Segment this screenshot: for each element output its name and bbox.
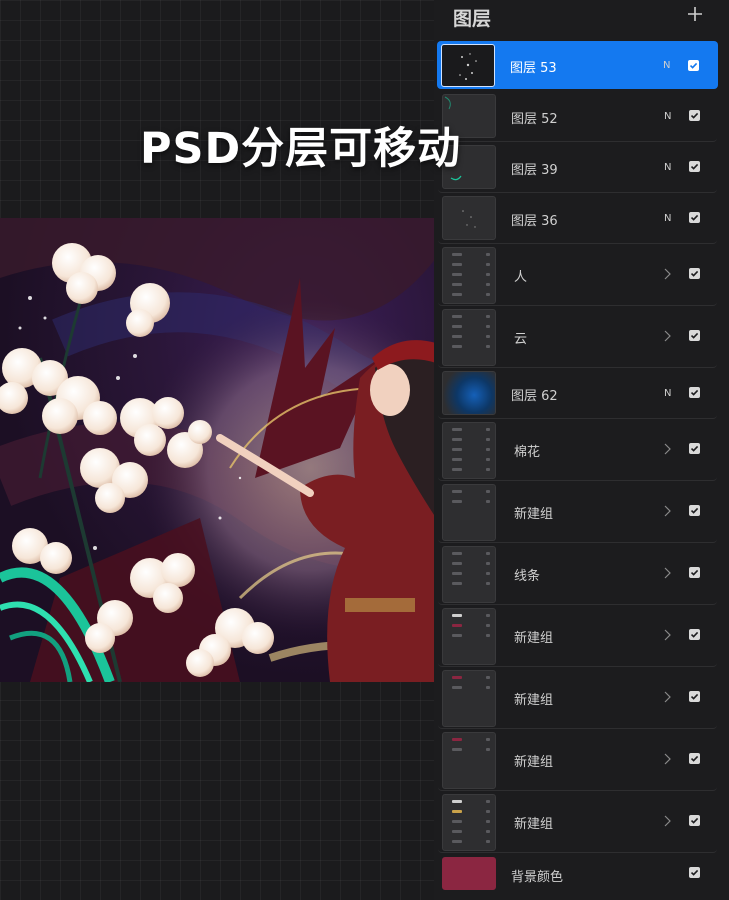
- visibility-checkbox[interactable]: [689, 505, 700, 516]
- blend-mode-label[interactable]: N: [664, 111, 671, 122]
- checkmark-icon: [690, 507, 699, 514]
- artwork-illustration: [0, 218, 436, 682]
- layer-group-name: 新建组: [514, 631, 554, 646]
- layer-group-row[interactable]: 云: [438, 306, 717, 368]
- visibility-checkbox[interactable]: [688, 60, 699, 71]
- layer-group-thumbnail: [442, 422, 496, 479]
- blend-mode-label[interactable]: N: [664, 213, 671, 224]
- layer-group-name: 人: [514, 270, 528, 285]
- checkmark-icon: [690, 869, 699, 876]
- visibility-checkbox[interactable]: [689, 268, 700, 279]
- checkmark-icon: [690, 445, 699, 452]
- visibility-checkbox[interactable]: [689, 753, 700, 764]
- layer-group-thumbnail: [442, 247, 496, 304]
- chevron-right-icon[interactable]: [662, 329, 672, 343]
- add-layer-button[interactable]: [683, 2, 707, 26]
- checkmark-icon: [690, 817, 699, 824]
- chevron-right-icon[interactable]: [662, 628, 672, 642]
- blend-mode-label[interactable]: N: [663, 60, 670, 71]
- layer-group-row[interactable]: 新建组: [438, 791, 717, 853]
- blend-mode-label[interactable]: N: [664, 388, 671, 399]
- visibility-checkbox[interactable]: [689, 629, 700, 640]
- layer-group-row[interactable]: 新建组: [438, 729, 717, 791]
- checkmark-icon: [689, 62, 698, 69]
- layer-group-name: 新建组: [514, 693, 554, 708]
- chevron-right-icon[interactable]: [662, 504, 672, 518]
- layers-panel-title: 图层: [453, 8, 492, 30]
- chevron-right-icon[interactable]: [662, 442, 672, 456]
- layer-group-row[interactable]: 人: [438, 244, 717, 306]
- artwork-canvas[interactable]: [0, 218, 436, 682]
- checkmark-icon: [690, 389, 699, 396]
- layer-group-thumbnail: [442, 608, 496, 665]
- overlay-caption: PSD分层可移动: [140, 124, 462, 174]
- layer-group-row[interactable]: 新建组: [438, 667, 717, 729]
- blend-mode-label[interactable]: N: [664, 162, 671, 173]
- layer-group-name: 新建组: [514, 755, 554, 770]
- layer-name: 图层 53: [510, 61, 557, 76]
- visibility-checkbox[interactable]: [689, 867, 700, 878]
- layer-group-name: 云: [514, 332, 528, 347]
- layer-group-row[interactable]: 新建组: [438, 481, 717, 543]
- plus-icon: [688, 7, 702, 21]
- layers-panel: 图层 图层 53 N 图层 52 N 图层 39 N 图层 36 N 人 云 图…: [434, 0, 729, 900]
- chevron-right-icon[interactable]: [662, 752, 672, 766]
- chevron-right-icon[interactable]: [662, 814, 672, 828]
- chevron-right-icon[interactable]: [662, 267, 672, 281]
- layer-group-thumbnail: [442, 309, 496, 366]
- layer-row[interactable]: 图层 36 N: [438, 193, 717, 244]
- checkmark-icon: [690, 332, 699, 339]
- background-color-row[interactable]: 背景颜色: [438, 853, 717, 895]
- layers-panel-header: 图层: [434, 0, 729, 36]
- layer-group-name: 线条: [514, 569, 541, 584]
- visibility-checkbox[interactable]: [689, 110, 700, 121]
- checkmark-icon: [690, 112, 699, 119]
- layer-group-thumbnail: [442, 794, 496, 851]
- layer-group-row[interactable]: 新建组: [438, 605, 717, 667]
- visibility-checkbox[interactable]: [689, 443, 700, 454]
- layer-thumbnail: [442, 196, 496, 240]
- checkmark-icon: [690, 163, 699, 170]
- layer-row[interactable]: 图层 62 N: [438, 368, 717, 419]
- chevron-right-icon[interactable]: [662, 690, 672, 704]
- layer-name: 背景颜色: [511, 870, 564, 885]
- checkmark-icon: [690, 631, 699, 638]
- layer-row[interactable]: 图层 39 N: [438, 142, 717, 193]
- layer-row[interactable]: 图层 53 N: [437, 41, 718, 89]
- layer-group-thumbnail: [442, 484, 496, 541]
- layer-name: 图层 36: [511, 214, 558, 229]
- checkmark-icon: [690, 755, 699, 762]
- layer-thumbnail: [441, 44, 495, 87]
- layer-group-name: 棉花: [514, 445, 541, 460]
- checkmark-icon: [690, 214, 699, 221]
- layer-group-name: 新建组: [514, 817, 554, 832]
- layer-name: 图层 52: [511, 112, 558, 127]
- layer-name: 图层 62: [511, 389, 558, 404]
- layer-group-row[interactable]: 线条: [438, 543, 717, 605]
- visibility-checkbox[interactable]: [689, 691, 700, 702]
- chevron-right-icon[interactable]: [662, 566, 672, 580]
- background-color-swatch: [442, 857, 496, 890]
- visibility-checkbox[interactable]: [689, 815, 700, 826]
- layer-group-thumbnail: [442, 670, 496, 727]
- layer-group-row[interactable]: 棉花: [438, 419, 717, 481]
- visibility-checkbox[interactable]: [689, 387, 700, 398]
- layer-group-name: 新建组: [514, 507, 554, 522]
- visibility-checkbox[interactable]: [689, 330, 700, 341]
- layer-name: 图层 39: [511, 163, 558, 178]
- visibility-checkbox[interactable]: [689, 567, 700, 578]
- layer-group-thumbnail: [442, 732, 496, 789]
- visibility-checkbox[interactable]: [689, 212, 700, 223]
- layer-thumbnail: [442, 371, 496, 415]
- checkmark-icon: [690, 693, 699, 700]
- checkmark-icon: [690, 270, 699, 277]
- layer-group-thumbnail: [442, 546, 496, 603]
- checkmark-icon: [690, 569, 699, 576]
- visibility-checkbox[interactable]: [689, 161, 700, 172]
- layer-row[interactable]: 图层 52 N: [438, 91, 717, 142]
